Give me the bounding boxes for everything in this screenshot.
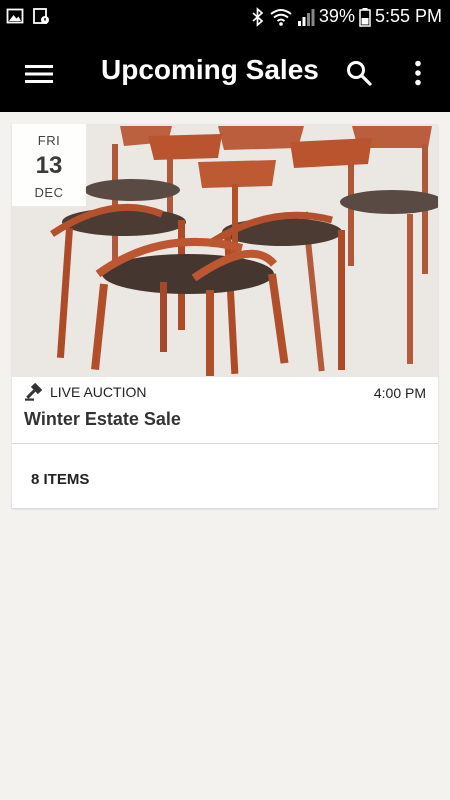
gavel-icon [25,383,42,401]
page-title: Upcoming Sales [101,54,319,85]
menu-icon [25,65,53,83]
battery-percent: 39% [318,6,355,26]
sale-type: LIVE AUCTION [24,383,146,401]
search-button[interactable] [342,56,376,90]
date-badge: FRI 13 DEC [12,124,86,206]
search-icon [347,61,372,86]
sale-card[interactable]: FRI 13 DEC LIVE AUCTION 4:00 PM Winter E… [12,124,438,508]
card-divider [12,443,438,444]
status-time: 5:55 PM [374,6,442,26]
battery-icon [359,7,371,27]
sale-time: 4:00 PM [373,385,426,401]
date-month: DEC [34,185,64,200]
signal-icon [297,8,315,26]
status-bar: 39% 5:55 PM [0,0,450,36]
status-left-icons [6,7,50,25]
date-day-of-week: FRI [37,133,61,148]
calendar-notification-icon [33,8,49,24]
more-options-button[interactable] [404,56,432,90]
bluetooth-icon [252,6,264,27]
image-icon [6,8,24,24]
wifi-icon [270,8,292,26]
status-right: 39% 5:55 PM [251,6,442,27]
menu-button[interactable] [22,60,56,88]
sale-image[interactable]: FRI 13 DEC [12,124,438,377]
app-bar: Upcoming Sales [0,36,450,112]
items-count-link[interactable]: 8 ITEMS [31,471,89,488]
more-vert-icon [415,60,421,86]
sale-title[interactable]: Winter Estate Sale [24,409,181,430]
sale-type-label: LIVE AUCTION [50,384,147,400]
date-day: 13 [35,152,63,179]
